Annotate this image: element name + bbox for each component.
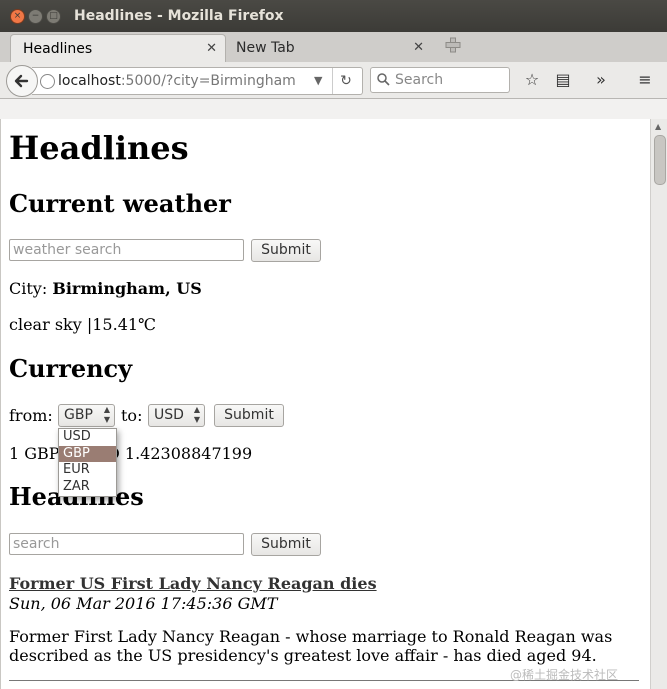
select-arrows-icon: ▲ ▼ [193,405,200,424]
weather-description: clear sky |15.41℃ [9,315,156,334]
dropdown-option-usd[interactable]: USD [59,429,116,446]
search-icon [377,73,390,86]
currency-result-suffix: D 1.42308847199 [107,444,253,463]
weather-search-placeholder: weather search [13,242,122,258]
article-body: Former First Lady Nancy Reagan - whose m… [9,627,613,665]
new-tab-icon[interactable] [445,37,461,53]
back-arrow-icon [14,74,29,88]
reload-icon[interactable]: ↻ [332,68,359,94]
tab-close-icon[interactable]: ✕ [413,34,424,62]
window-titlebar: × − □ Headlines - Mozilla Firefox [0,0,667,32]
bookmark-star-icon[interactable]: ☆ [522,70,542,90]
headlines-submit-button[interactable]: Submit [251,533,321,556]
article-date: Sun, 06 Mar 2016 17:45:36 GMT [9,594,278,613]
article-title-link[interactable]: Former US First Lady Nancy Reagan dies [9,574,377,593]
dropdown-option-zar[interactable]: ZAR [59,479,116,496]
window-minimize-button[interactable]: − [28,9,43,24]
page-title: Headlines [9,129,189,167]
currency-to-value: USD [154,407,184,423]
dropdown-option-eur[interactable]: EUR [59,462,116,479]
tab-label: New Tab [236,40,295,56]
currency-to-select[interactable]: USD ▲ ▼ [148,404,205,427]
page-content: Headlines Current weather weather search… [0,119,651,689]
select-arrows-icon: ▲ ▼ [103,405,110,424]
vertical-scrollbar[interactable]: ▲ [650,119,667,689]
tab-close-icon[interactable]: ✕ [206,35,217,63]
currency-from-label: from: [9,406,53,425]
weather-submit-button[interactable]: Submit [251,239,321,262]
city-label: City: [9,279,48,298]
scrollbar-thumb[interactable] [654,135,666,185]
currency-from-select[interactable]: GBP ▲ ▼ [58,404,115,427]
watermark-text: @稀土掘金技术社区 [510,668,619,682]
weather-heading: Current weather [9,189,231,218]
url-host: localhost [58,73,121,89]
headlines-search-input[interactable]: search [9,533,244,555]
search-bar[interactable]: Search [370,67,510,93]
url-bar[interactable]: localhost:5000/?city=Birmingham ▼ ↻ [32,67,363,95]
menu-icon[interactable]: ≡ [635,70,655,90]
currency-result-prefix: 1 GBP [9,444,60,463]
currency-to-label: to: [121,406,143,425]
url-dropdown-icon[interactable]: ▼ [314,68,322,94]
back-button[interactable] [6,65,38,97]
window-close-button[interactable]: × [10,9,25,24]
url-text: localhost:5000/?city=Birmingham [58,68,296,94]
reading-list-icon[interactable]: ▤ [553,70,573,90]
headlines-search-placeholder: search [13,536,60,552]
tab-strip: Headlines ✕ New Tab ✕ [0,32,667,63]
tab-label: Headlines [23,41,93,57]
currency-from-value: GBP [64,407,93,423]
overflow-chevron-icon[interactable]: » [591,70,611,90]
weather-search-input[interactable]: weather search [9,239,244,261]
currency-submit-button[interactable]: Submit [214,404,284,427]
scroll-up-icon[interactable]: ▲ [655,122,661,131]
globe-icon [40,74,55,89]
currency-heading: Currency [9,354,133,383]
navigation-toolbar: localhost:5000/?city=Birmingham ▼ ↻ Sear… [0,62,667,99]
currency-from-dropdown[interactable]: USD GBP EUR ZAR [58,428,117,497]
window-maximize-button[interactable]: □ [46,9,61,24]
city-value: Birmingham, US [52,279,202,298]
dropdown-option-gbp[interactable]: GBP [59,445,116,462]
weather-city-line: City: Birmingham, US [9,279,202,298]
url-path: :5000/?city=Birmingham [120,73,296,89]
tab-new-tab[interactable]: New Tab ✕ [224,34,432,62]
tab-headlines[interactable]: Headlines ✕ [10,34,226,63]
search-placeholder: Search [395,72,444,88]
window-title: Headlines - Mozilla Firefox [74,8,284,24]
